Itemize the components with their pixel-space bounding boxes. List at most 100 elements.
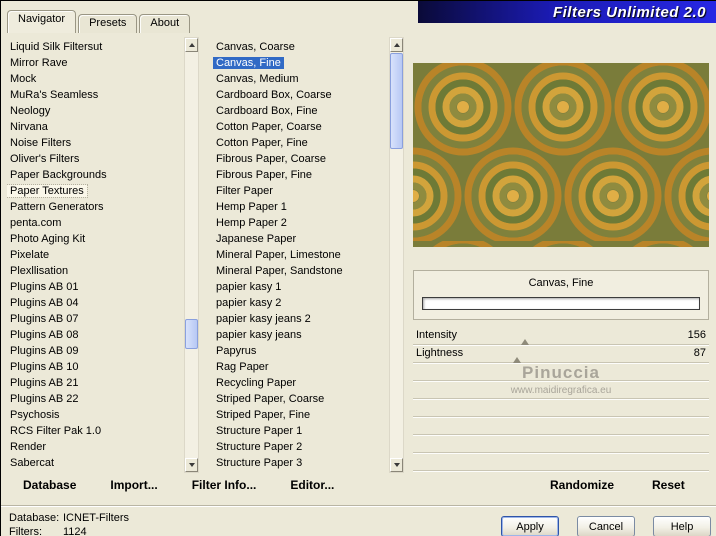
navigator-list: Liquid Silk Filtersut Mirror Rave Mock MuRa… xyxy=(7,39,183,473)
scroll-down-button[interactable] xyxy=(185,458,198,472)
arrow-up-icon xyxy=(188,43,195,47)
navigator-item-label: Nirvana xyxy=(10,121,48,133)
filter-item[interactable]: Cotton Paper, Fine xyxy=(213,135,387,151)
filter-item[interactable]: Canvas, Medium xyxy=(213,71,387,87)
filter-item[interactable]: papier kasy jeans xyxy=(213,327,387,343)
navigator-item[interactable]: penta.com xyxy=(7,215,183,231)
navigator-item[interactable]: Plugins AB 04 xyxy=(7,295,183,311)
filter-item[interactable]: Fibrous Paper, Coarse xyxy=(213,151,387,167)
scroll-down-button[interactable] xyxy=(390,458,403,472)
scroll-up-button[interactable] xyxy=(390,38,403,52)
toolbar-button-database[interactable]: Database xyxy=(23,478,76,492)
navigator-item[interactable]: Noise Filters xyxy=(7,135,183,151)
navigator-item-label: Liquid Silk Filtersut xyxy=(10,41,103,53)
filter-item[interactable]: Recycling Paper xyxy=(213,375,387,391)
arrow-down-icon xyxy=(188,463,195,467)
navigator-scrollbar[interactable] xyxy=(184,37,199,473)
navigator-item[interactable]: Plugins AB 21 xyxy=(7,375,183,391)
param-label: Intensity xyxy=(416,329,457,341)
navigator-item[interactable]: Plugins AB 22 xyxy=(7,391,183,407)
scrollbar-thumb[interactable] xyxy=(390,53,403,149)
param-row: Intensity 156 xyxy=(413,327,709,345)
navigator-item[interactable]: Pixelate xyxy=(7,247,183,263)
navigator-item[interactable]: Liquid Silk Filtersut xyxy=(7,39,183,55)
filter-item[interactable]: Cardboard Box, Coarse xyxy=(213,87,387,103)
apply-button[interactable]: Apply xyxy=(501,516,559,536)
navigator-item-label: Pixelate xyxy=(10,249,50,261)
navigator-item[interactable]: RCS Filter Pak 1.0 xyxy=(7,423,183,439)
preview-slider[interactable] xyxy=(422,297,700,310)
scroll-up-button[interactable] xyxy=(185,38,198,52)
toolbar-button-filterinfo[interactable]: Filter Info... xyxy=(192,478,257,492)
navigator-item[interactable]: Plexllisation xyxy=(7,263,183,279)
navigator-item[interactable]: Neology xyxy=(7,103,183,119)
filter-item[interactable]: papier kasy jeans 2 xyxy=(213,311,387,327)
navigator-item-label: Paper Backgrounds xyxy=(10,169,107,181)
filter-item[interactable]: Mineral Paper, Sandstone xyxy=(213,263,387,279)
filter-item[interactable]: papier kasy 2 xyxy=(213,295,387,311)
toolbar-button-editor[interactable]: Editor... xyxy=(290,478,334,492)
filter-item[interactable]: Japanese Paper xyxy=(213,231,387,247)
cancel-button[interactable]: Cancel xyxy=(577,516,635,536)
navigator-item[interactable]: Psychosis xyxy=(7,407,183,423)
filter-item[interactable]: Filter Paper xyxy=(213,183,387,199)
navigator-item[interactable]: Paper Backgrounds xyxy=(7,167,183,183)
filter-item-label: Cotton Paper, Fine xyxy=(216,137,308,149)
navigator-item-label: Plugins AB 07 xyxy=(10,313,79,325)
navigator-item[interactable]: Pattern Generators xyxy=(7,199,183,215)
navigator-item[interactable]: Plugins AB 08 xyxy=(7,327,183,343)
navigator-item-label: Plugins AB 04 xyxy=(10,297,79,309)
navigator-item[interactable]: Plugins AB 09 xyxy=(7,343,183,359)
filter-item[interactable]: Mineral Paper, Limestone xyxy=(213,247,387,263)
filter-item[interactable]: Fibrous Paper, Fine xyxy=(213,167,387,183)
filter-item-label: Cardboard Box, Fine xyxy=(216,105,318,117)
navigator-item[interactable]: Photo Aging Kit xyxy=(7,231,183,247)
preview-image[interactable] xyxy=(413,63,709,247)
filter-item[interactable]: Canvas, Fine xyxy=(213,55,387,71)
navigator-item[interactable]: Render xyxy=(7,439,183,455)
filter-item[interactable]: Structure Paper 2 xyxy=(213,439,387,455)
tab-navigator[interactable]: Navigator xyxy=(7,10,77,33)
navigator-item[interactable]: Oliver's Filters xyxy=(7,151,183,167)
filter-item[interactable]: Hemp Paper 2 xyxy=(213,215,387,231)
toolbar-button-import[interactable]: Import... xyxy=(110,478,157,492)
status-filters-value: 1124 xyxy=(63,526,87,536)
navigator-item[interactable]: Paper Textures xyxy=(7,183,183,199)
filter-item[interactable]: Striped Paper, Coarse xyxy=(213,391,387,407)
filter-item-label: Papyrus xyxy=(216,345,257,357)
filter-scrollbar[interactable] xyxy=(389,37,404,473)
reset-button[interactable]: Reset xyxy=(652,478,685,492)
navigator-item[interactable]: Mock xyxy=(7,71,183,87)
filter-item[interactable]: papier kasy 1 xyxy=(213,279,387,295)
navigator-item[interactable]: Plugins AB 07 xyxy=(7,311,183,327)
filter-item[interactable]: Structure Paper 3 xyxy=(213,455,387,471)
randomize-button[interactable]: Randomize xyxy=(550,478,614,492)
filter-item[interactable]: Striped Paper, Fine xyxy=(213,407,387,423)
navigator-item-label: Plugins AB 21 xyxy=(10,377,79,389)
navigator-item[interactable]: Plugins AB 10 xyxy=(7,359,183,375)
filter-item[interactable]: Canvas, Coarse xyxy=(213,39,387,55)
filter-item-label: Japanese Paper xyxy=(216,233,297,245)
help-button[interactable]: Help xyxy=(653,516,711,536)
filter-item[interactable]: Papyrus xyxy=(213,343,387,359)
filter-item[interactable]: Hemp Paper 1 xyxy=(213,199,387,215)
navigator-item-label: Oliver's Filters xyxy=(10,153,80,165)
navigator-item[interactable]: Mirror Rave xyxy=(7,55,183,71)
filter-item-label: Canvas, Medium xyxy=(216,73,299,85)
navigator-item-label: Plugins AB 01 xyxy=(10,281,79,293)
filter-item[interactable]: Rag Paper xyxy=(213,359,387,375)
tab-presets[interactable]: Presets xyxy=(78,14,138,33)
status-database-value: ICNET-Filters xyxy=(63,512,129,524)
navigator-item[interactable]: Sabercat xyxy=(7,455,183,471)
filter-item-label: Fibrous Paper, Coarse xyxy=(216,153,327,165)
navigator-item[interactable]: Plugins AB 01 xyxy=(7,279,183,295)
navigator-item-label: Plugins AB 10 xyxy=(10,361,79,373)
scrollbar-thumb[interactable] xyxy=(185,319,198,349)
filter-item[interactable]: Cardboard Box, Fine xyxy=(213,103,387,119)
navigator-item[interactable]: MuRa's Seamless xyxy=(7,87,183,103)
filter-item[interactable]: Cotton Paper, Coarse xyxy=(213,119,387,135)
tab-about[interactable]: About xyxy=(139,14,191,33)
param-rows: Intensity 156 Lightness 87 xyxy=(413,327,709,471)
filter-item[interactable]: Structure Paper 1 xyxy=(213,423,387,439)
navigator-item[interactable]: Nirvana xyxy=(7,119,183,135)
